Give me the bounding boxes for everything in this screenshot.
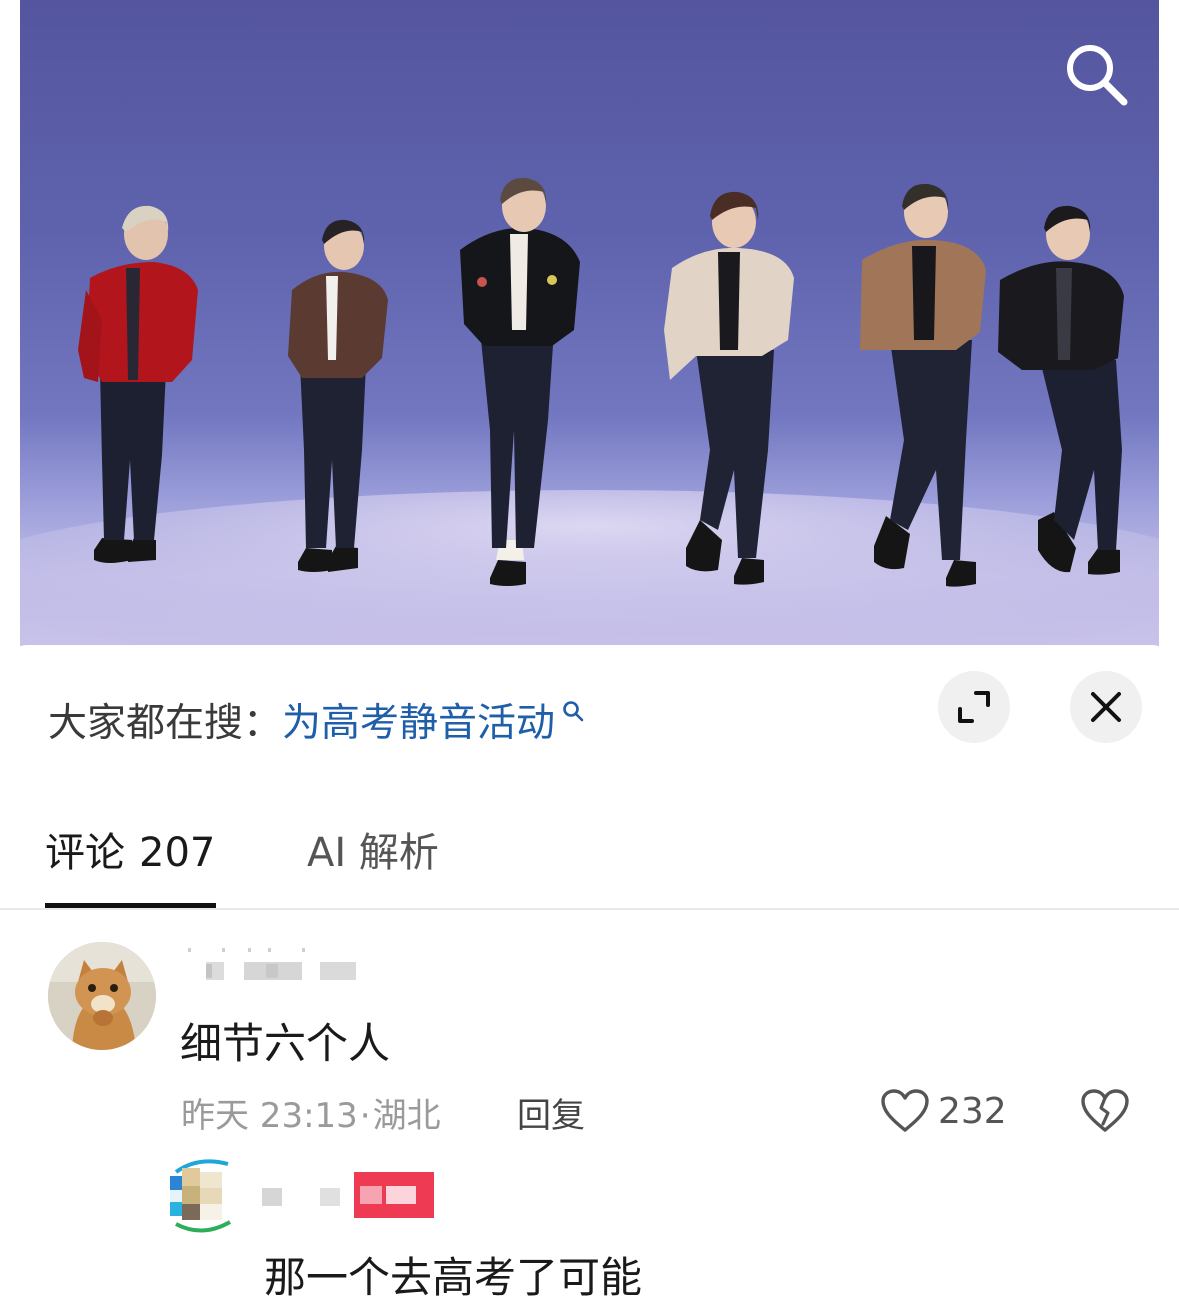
tab-comments-count: 207 bbox=[139, 830, 216, 876]
reply-text: 那一个去高考了可能 bbox=[264, 1253, 643, 1302]
reply-avatar[interactable] bbox=[168, 1158, 236, 1234]
username-blurred[interactable] bbox=[186, 948, 366, 982]
video-frame[interactable] bbox=[20, 0, 1159, 670]
like-button[interactable]: 232 bbox=[880, 1086, 1007, 1136]
heart-icon bbox=[881, 1089, 929, 1132]
tab-comments-label: 评论 bbox=[45, 830, 125, 876]
dislike-button[interactable] bbox=[1078, 1086, 1132, 1136]
cat-avatar bbox=[48, 942, 156, 1050]
avatar[interactable] bbox=[48, 942, 156, 1050]
search-icon[interactable] bbox=[561, 699, 585, 723]
hot-search-query-link[interactable]: 为高考静音活动 bbox=[282, 692, 555, 748]
tabs-divider bbox=[0, 908, 1179, 910]
tab-ai-analysis[interactable]: AI 解析 bbox=[307, 820, 439, 878]
comment-text: 细节六个人 bbox=[180, 1019, 391, 1068]
video-search-button[interactable] bbox=[1058, 36, 1134, 112]
hot-search-prefix: 大家都在搜： bbox=[48, 701, 283, 746]
reply-username-blurred[interactable] bbox=[262, 1170, 438, 1220]
expand-button[interactable] bbox=[938, 671, 1010, 743]
search-icon bbox=[1067, 45, 1128, 106]
tab-comments[interactable]: 评论 207 bbox=[45, 820, 215, 878]
comment-location: 湖北 bbox=[372, 1096, 441, 1136]
hot-search-bar: 大家都在搜： 为高考静音活动 bbox=[48, 692, 585, 748]
comment-tabs: 评论 207 AI 解析 bbox=[0, 800, 1179, 910]
comment-meta: 昨天 23:13·湖北 bbox=[181, 1088, 441, 1137]
broken-heart-icon bbox=[1081, 1089, 1129, 1132]
dancer-1 bbox=[78, 205, 198, 563]
blurred-avatar-image bbox=[170, 1159, 231, 1233]
dance-performance-scene bbox=[20, 177, 1159, 670]
meta-separator: · bbox=[359, 1096, 371, 1136]
close-icon bbox=[1091, 692, 1121, 722]
expand-icon bbox=[958, 691, 990, 723]
comment-time: 昨天 23:13 bbox=[181, 1096, 358, 1136]
reply-button[interactable]: 回复 bbox=[517, 1088, 585, 1137]
like-count: 232 bbox=[938, 1090, 1007, 1132]
video-player[interactable] bbox=[0, 0, 1179, 670]
close-button[interactable] bbox=[1070, 671, 1142, 743]
